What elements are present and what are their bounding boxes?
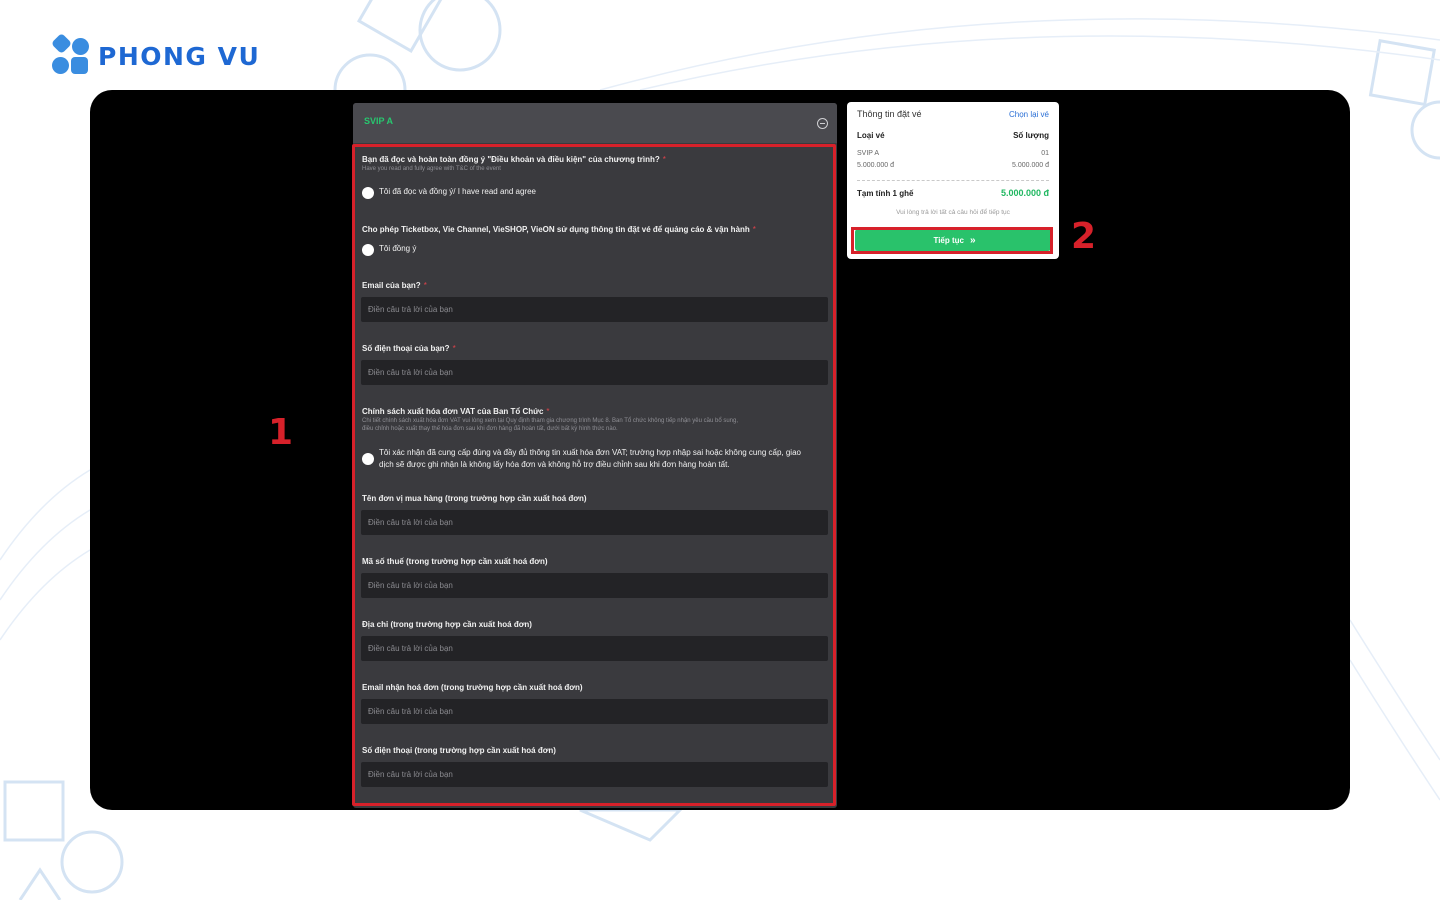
annotation-number-1: 1 xyxy=(268,412,294,453)
quantity-header: Số lượng xyxy=(1013,131,1049,140)
panel-header[interactable]: SVIP A xyxy=(353,103,837,143)
brand-logo: PHONG VU xyxy=(50,32,261,76)
ticket-name: SVIP A xyxy=(857,150,880,157)
card-title: Thông tin đặt vé xyxy=(857,109,922,119)
change-ticket-link[interactable]: Chọn lại vé xyxy=(1009,110,1049,119)
ticket-qty: 01 xyxy=(1041,150,1049,157)
ticket-price: 5.000.000 đ xyxy=(857,162,894,169)
logo-mark-icon xyxy=(50,32,90,76)
brand-name: PHONG VU xyxy=(98,41,261,71)
annotation-box-2 xyxy=(851,227,1053,254)
ticket-subtotal: 5.000.000 đ xyxy=(1012,162,1049,169)
total-value: 5.000.000 đ xyxy=(1000,188,1049,198)
collapse-icon[interactable] xyxy=(817,118,828,129)
ticket-type-header: Loại vé xyxy=(857,131,885,140)
annotation-number-2: 2 xyxy=(1071,216,1097,257)
helper-note: Vui lòng trả lời tất cả câu hỏi để tiếp … xyxy=(896,209,1010,216)
annotation-box-1 xyxy=(352,144,836,806)
total-label: Tạm tính 1 ghế xyxy=(857,188,914,198)
section-title: SVIP A xyxy=(364,116,394,126)
divider xyxy=(857,180,1049,181)
